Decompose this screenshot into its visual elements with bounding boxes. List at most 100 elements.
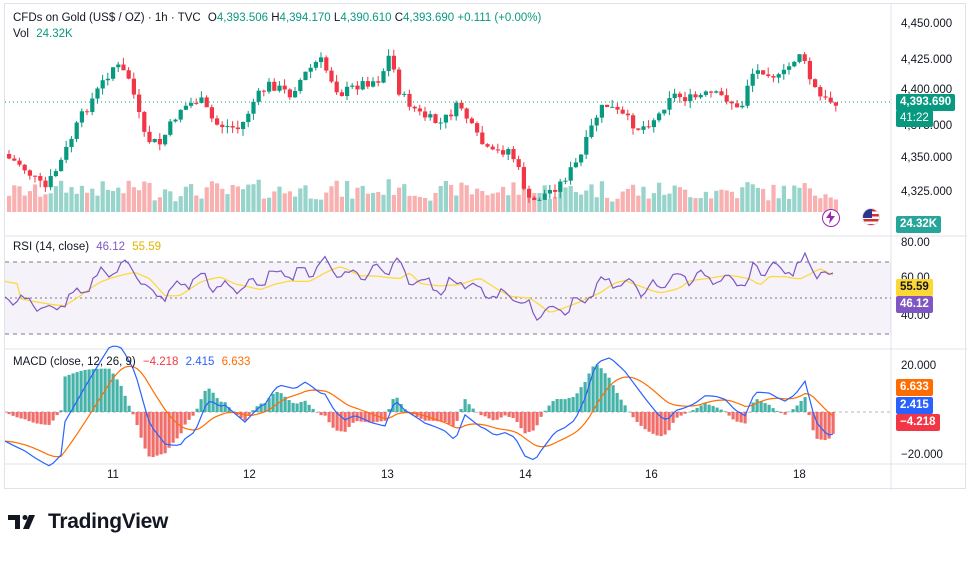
macd-histogram-bar (471, 408, 475, 412)
volume-bar (282, 193, 287, 212)
volume-bar (423, 197, 428, 212)
candle-body (27, 170, 32, 176)
macd-histogram-bar (787, 411, 791, 413)
candle-body (303, 71, 308, 80)
macd-histogram-bar (547, 405, 551, 412)
macd-histogram-bar (527, 412, 531, 432)
candle-body (568, 167, 573, 181)
volume-bar (85, 192, 90, 212)
candle-body (178, 109, 183, 120)
us-flag-icon[interactable] (862, 208, 880, 226)
macd-histogram-bar (735, 412, 739, 422)
macd-histogram-bar (207, 388, 211, 412)
volume-bar (709, 198, 714, 212)
high-value: 4,394.170 (279, 12, 331, 24)
macd-histogram-bar (159, 412, 163, 455)
macd-histogram-bar (695, 407, 699, 412)
macd-title[interactable]: MACD (close, 12, 26, 9) (13, 356, 136, 368)
volume-bar (246, 184, 251, 212)
volume-bar (298, 188, 303, 212)
volume-bar (547, 199, 552, 212)
candle-body (579, 154, 584, 163)
candle-body (672, 93, 677, 99)
macd-histogram-bar (463, 399, 467, 412)
volume-bar (714, 190, 719, 212)
macd-histogram-bar (783, 412, 787, 415)
macd-hist-badge: −4.218 (896, 414, 940, 431)
volume-bar (729, 191, 734, 212)
macd-histogram-bar (791, 409, 795, 412)
volume-bar (506, 195, 511, 212)
macd-histogram-bar (327, 412, 331, 423)
rsi-band-background (5, 262, 891, 334)
volume-bar (386, 179, 391, 212)
candle-body (558, 181, 563, 192)
candle-body (766, 74, 771, 77)
candle-body (501, 150, 506, 155)
candle-body (563, 180, 568, 182)
candle-body (371, 81, 376, 87)
candle-body (168, 121, 173, 135)
candle-body (683, 97, 688, 102)
candle-body (251, 101, 256, 114)
macd-histogram-bar (39, 412, 43, 425)
candle-body (230, 126, 235, 128)
macd-histogram-bar (83, 369, 87, 412)
candle-body (584, 136, 589, 155)
candle-body (594, 117, 599, 126)
volume-bar (490, 193, 495, 212)
candle-body (750, 73, 755, 86)
macd-histogram-bar (503, 412, 507, 416)
volume-bar (802, 183, 807, 212)
volume-bar (90, 188, 95, 212)
volume-bar (194, 195, 199, 212)
macd-histogram-bar (487, 412, 491, 419)
interval-label[interactable]: 1h (155, 12, 168, 24)
symbol-name[interactable]: CFDs on Gold (US$ / OZ) (13, 12, 145, 24)
volume-bar (459, 182, 464, 212)
volume-bar (667, 193, 672, 212)
macd-histogram-bar (567, 397, 571, 412)
rsi-title[interactable]: RSI (14, close) (13, 241, 89, 253)
macd-histogram-bar (523, 412, 527, 434)
macd-histogram-bar (319, 412, 323, 416)
lightning-icon[interactable] (822, 209, 840, 227)
macd-histogram-bar (479, 412, 483, 416)
price-tick: 4,350.000 (901, 152, 953, 164)
volume-bar (157, 197, 162, 212)
macd-histogram-bar (223, 402, 227, 412)
volume-bar (397, 187, 402, 212)
macd-histogram-bar (11, 412, 15, 416)
candle-body (719, 91, 724, 96)
volume-bar (74, 193, 79, 212)
brand-name: TradingView (48, 510, 169, 533)
candle-body (469, 118, 474, 124)
volume-bar (329, 186, 334, 212)
candle-body (397, 69, 402, 95)
candle-body (657, 113, 662, 121)
volume-bar (594, 197, 599, 212)
volume-bar (209, 181, 214, 212)
volume-label[interactable]: Vol (13, 28, 29, 40)
time-tick: 14 (519, 469, 532, 481)
macd-histogram-bar (23, 412, 27, 420)
volume-bar (391, 194, 396, 212)
volume-bar (38, 196, 43, 212)
candle-body (194, 102, 199, 104)
volume-bar (313, 199, 318, 212)
macd-histogram-bar (507, 412, 511, 417)
macd-histogram-bar (707, 404, 711, 412)
volume-bar (573, 192, 578, 212)
chart-frame[interactable]: CFDs on Gold (US$ / OZ) · 1h · TVC O4,39… (4, 3, 967, 490)
macd-hist-value: −4.218 (142, 356, 179, 368)
rsi-tick: 80.00 (901, 237, 930, 249)
high-label: H (271, 12, 280, 24)
candle-body (267, 81, 272, 92)
macd-histogram-bar (219, 401, 223, 412)
tradingview-logo[interactable]: TradingView (8, 510, 168, 534)
volume-bar (168, 191, 173, 212)
volume-bar (131, 187, 136, 212)
volume-bar (215, 183, 220, 212)
macd-histogram-bar (575, 393, 579, 412)
macd-histogram-bar (75, 372, 79, 412)
